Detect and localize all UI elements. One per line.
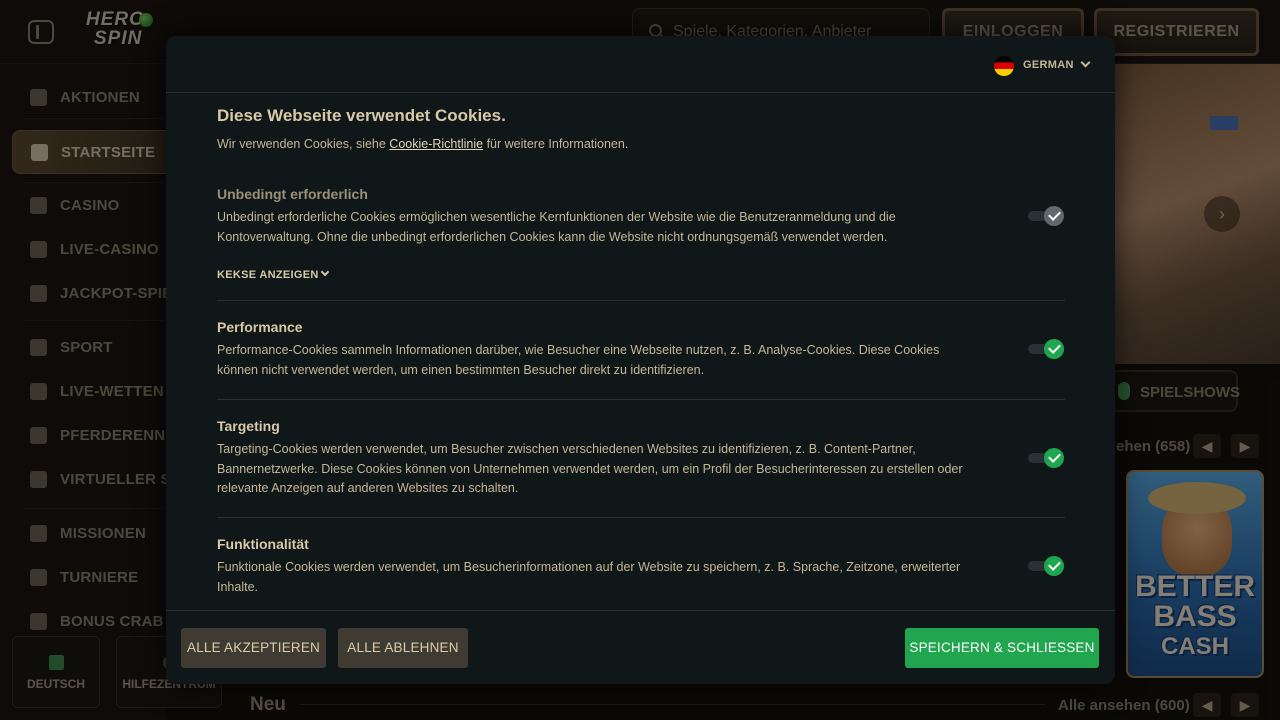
dialog-body[interactable]: Diese Webseite verwendet Cookies. Wir ve…	[217, 94, 1065, 646]
section-divider	[217, 517, 1065, 518]
section-title-performance: Performance	[217, 319, 303, 335]
show-cookies-label: KEKSE ANZEIGEN	[217, 269, 319, 281]
german-flag-icon	[994, 56, 1014, 76]
dialog-intro: Wir verwenden Cookies, siehe Cookie-Rich…	[217, 137, 628, 151]
chevron-down-icon	[320, 267, 330, 277]
language-selector[interactable]: GERMAN	[994, 55, 1094, 77]
cookie-consent-dialog: GERMAN Diese Webseite verwendet Cookies.…	[166, 36, 1115, 684]
section-desc-necessary: Unbedingt erforderliche Cookies ermöglic…	[217, 210, 896, 244]
reject-all-button[interactable]: ALLE ABLEHNEN	[338, 628, 468, 668]
section-title-necessary: Unbedingt erforderlich	[217, 186, 368, 202]
language-label: GERMAN	[1023, 59, 1074, 71]
dialog-title: Diese Webseite verwendet Cookies.	[217, 106, 506, 125]
toggle-necessary	[1028, 205, 1064, 227]
toggle-targeting[interactable]	[1028, 447, 1064, 469]
section-title-targeting: Targeting	[217, 418, 280, 434]
section-divider	[217, 300, 1065, 301]
intro-text: Wir verwenden Cookies, siehe	[217, 137, 390, 151]
toggle-functionality[interactable]	[1028, 555, 1064, 577]
dialog-footer: ALLE AKZEPTIEREN ALLE ABLEHNEN SPEICHERN…	[166, 610, 1115, 684]
section-desc-targeting: Targeting-Cookies werden verwendet, um B…	[217, 442, 963, 495]
accept-all-button[interactable]: ALLE AKZEPTIEREN	[181, 628, 326, 668]
check-icon	[1044, 206, 1064, 226]
section-title-functionality: Funktionalität	[217, 536, 309, 552]
check-icon	[1044, 339, 1064, 359]
intro-text: für weitere Informationen.	[483, 137, 629, 151]
cookie-policy-link[interactable]: Cookie-Richtlinie	[389, 137, 483, 151]
show-cookies-button[interactable]: KEKSE ANZEIGEN	[217, 267, 347, 283]
section-divider	[217, 399, 1065, 400]
section-desc-performance: Performance-Cookies sammeln Informatione…	[217, 343, 940, 377]
dialog-header: GERMAN	[166, 36, 1115, 93]
chevron-down-icon	[1080, 57, 1091, 68]
toggle-performance[interactable]	[1028, 338, 1064, 360]
check-icon	[1044, 448, 1064, 468]
check-icon	[1044, 556, 1064, 576]
save-and-close-button[interactable]: SPEICHERN & SCHLIESSEN	[905, 628, 1099, 668]
section-desc-functionality: Funktionale Cookies werden verwendet, um…	[217, 560, 961, 594]
